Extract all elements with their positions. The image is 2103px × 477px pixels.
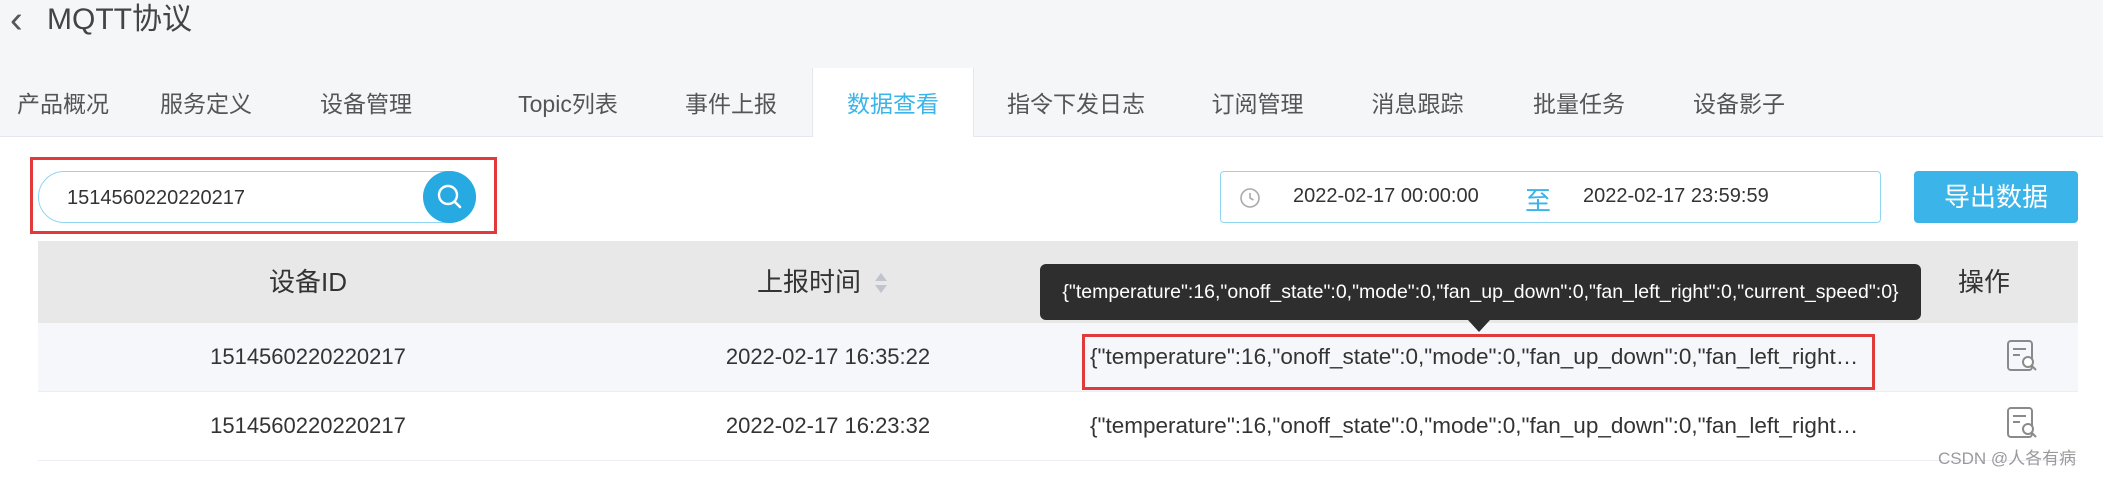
tab-message-tracking[interactable]: 消息跟踪 (1335, 68, 1500, 136)
tab-product-overview[interactable]: 产品概况 (0, 68, 126, 136)
column-device-id: 设备ID (268, 267, 347, 297)
search-icon (437, 184, 462, 209)
column-report-time[interactable]: 上报时间 (757, 241, 861, 323)
chevron-left-icon[interactable]: ‹ (10, 1, 23, 39)
tab-subscription-management[interactable]: 订阅管理 (1180, 68, 1335, 136)
date-range-picker[interactable]: 2022-02-17 00:00:00 至 2022-02-17 23:59:5… (1220, 171, 1881, 223)
report-time-cell: 2022-02-17 16:23:32 (725, 413, 931, 438)
tooltip-arrow (1468, 320, 1490, 332)
date-end[interactable]: 2022-02-17 23:59:59 (1583, 185, 1769, 208)
clock-icon (1240, 188, 1260, 208)
data-highlight-outline (1082, 334, 1875, 390)
tab-event-report[interactable]: 事件上报 (662, 68, 800, 136)
date-separator: 至 (1525, 186, 1552, 216)
tab-service-definition[interactable]: 服务定义 (126, 68, 286, 136)
table-row: 1514560220220217 2022-02-17 16:23:32 {"t… (38, 392, 2078, 461)
search-box (38, 171, 476, 223)
date-start[interactable]: 2022-02-17 00:00:00 (1293, 185, 1479, 208)
device-id-cell: 1514560220220217 (210, 413, 406, 438)
top-header: ‹ MQTT协议 (0, 0, 2103, 68)
data-tooltip: {"temperature":16,"onoff_state":0,"mode"… (1040, 264, 1921, 320)
tab-bar: 产品概况 服务定义 设备管理 Topic列表 事件上报 数据查看 指令下发日志 … (0, 68, 2103, 137)
device-id-cell: 1514560220220217 (210, 344, 406, 369)
view-detail-icon[interactable] (2004, 338, 2040, 374)
view-detail-icon[interactable] (2004, 405, 2040, 441)
report-time-cell: 2022-02-17 16:35:22 (725, 344, 931, 369)
tab-device-management[interactable]: 设备管理 (286, 68, 446, 136)
sort-icon[interactable] (874, 271, 888, 295)
tab-topic-list[interactable]: Topic列表 (446, 68, 690, 136)
tab-batch-tasks[interactable]: 批量任务 (1500, 68, 1658, 136)
search-button[interactable] (423, 171, 476, 223)
export-data-button[interactable]: 导出数据 (1914, 171, 2078, 223)
column-actions: 操作 (1958, 267, 2011, 297)
tab-command-log[interactable]: 指令下发日志 (972, 68, 1180, 136)
tab-data-view[interactable]: 数据查看 (812, 68, 974, 137)
watermark: CSDN @人各有病 (1938, 449, 2077, 468)
tab-device-shadow[interactable]: 设备影子 (1658, 68, 1820, 136)
page-title: MQTT协议 (47, 3, 192, 36)
data-cell[interactable]: {"temperature":16,"onoff_state":0,"mode"… (1090, 392, 1866, 460)
search-input[interactable] (65, 181, 429, 215)
